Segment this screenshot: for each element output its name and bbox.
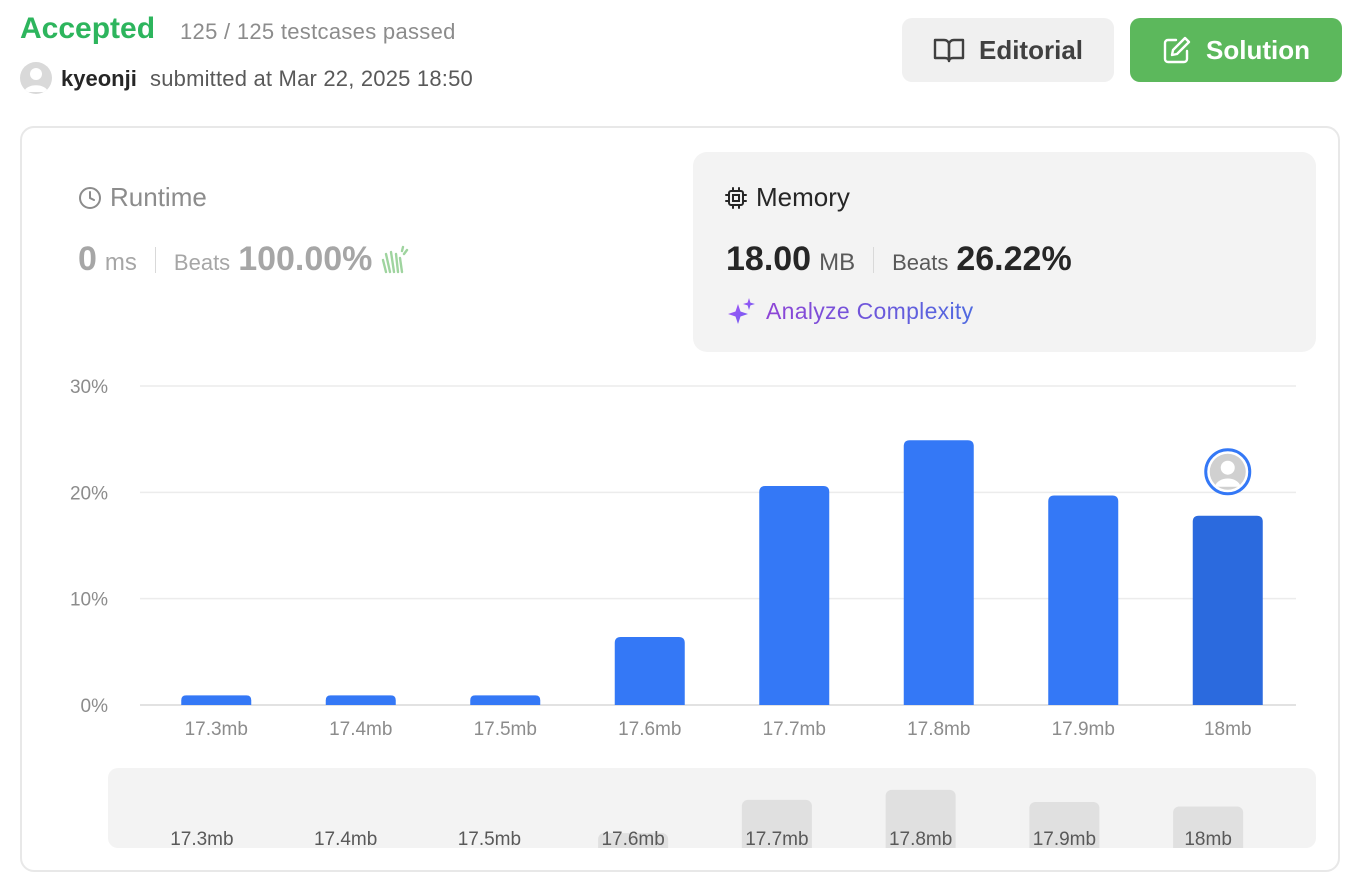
book-icon [933, 37, 965, 63]
memory-distribution-chart: 0% 10% 20% 30% 17.3mb 17.4mb 17.5mb 17.6mb 17.7m… [60, 370, 1320, 750]
x-tick-label: 17.8mb [907, 719, 970, 740]
slider-label: 17.6mb [601, 829, 664, 848]
username[interactable]: kyeonji [61, 66, 137, 92]
clap-icon [378, 244, 410, 276]
analyze-complexity-label: Analyze Complexity [766, 297, 974, 324]
memory-value: 18.00 [726, 240, 812, 278]
memory-tab[interactable]: Memory [724, 182, 850, 213]
runtime-title: Runtime [110, 182, 207, 212]
user-avatar[interactable] [20, 62, 52, 94]
editorial-label: Editorial [978, 34, 1083, 65]
clock-icon [78, 186, 102, 210]
bar [903, 440, 974, 705]
slider-label: 17.5mb [458, 829, 521, 848]
slider-label: 17.9mb [1033, 829, 1096, 848]
bar [181, 695, 252, 705]
bar [759, 485, 830, 705]
memory-title: Memory [756, 182, 850, 212]
runtime-unit: ms [104, 249, 137, 276]
solution-label: Solution [1206, 34, 1310, 65]
solution-button[interactable]: Solution [1130, 18, 1342, 82]
edit-icon [1162, 35, 1192, 65]
runtime-beats-label: Beats [173, 250, 231, 275]
slider-label: 17.3mb [170, 829, 233, 848]
bar [325, 695, 396, 705]
runtime-stats: 0 ms Beats 100.00% [78, 240, 410, 279]
runtime-beats-value: 100.00% [238, 240, 373, 278]
bar [614, 636, 685, 705]
divider [154, 246, 156, 273]
chip-icon [724, 186, 748, 210]
memory-beats-label: Beats [892, 250, 949, 275]
runtime-tab[interactable]: Runtime [78, 182, 207, 213]
bar [470, 695, 541, 705]
x-tick-label: 17.9mb [1052, 719, 1115, 740]
slider-label: 17.8mb [889, 829, 952, 848]
memory-stats: 18.00 MB Beats 26.22% [726, 240, 1072, 279]
memory-unit: MB [819, 249, 856, 276]
range-slider[interactable]: 17.3mb 17.4mb 17.5mb 17.6mb 17.7mb 17.8mb 17.9… [108, 768, 1316, 848]
slider-label: 18mb [1184, 829, 1232, 848]
testcases-summary: 125 / 125 testcases passed [180, 19, 456, 44]
bar [1192, 515, 1263, 705]
analyze-complexity-link[interactable]: Analyze Complexity [726, 296, 973, 326]
submission-status: Accepted [20, 12, 156, 45]
y-tick-label: 0% [81, 696, 109, 717]
avatar-icon [24, 68, 48, 92]
memory-beats-value: 26.22% [956, 240, 1072, 278]
y-tick-label: 10% [70, 590, 108, 611]
x-tick-label: 17.7mb [763, 719, 826, 740]
marker-avatar-head [1220, 460, 1235, 475]
x-tick-label: 17.5mb [474, 719, 537, 740]
x-tick-label: 17.3mb [185, 719, 248, 740]
y-tick-label: 20% [70, 483, 108, 504]
sparkle-icon [726, 296, 756, 326]
submitted-at: submitted at Mar 22, 2025 18:50 [150, 66, 473, 91]
editorial-button[interactable]: Editorial [902, 18, 1114, 82]
x-tick-label: 18mb [1204, 719, 1252, 740]
chart-svg: 0% 10% 20% 30% 17.3mb 17.4mb 17.5mb 17.6mb 17.7m… [70, 377, 1296, 740]
y-tick-label: 30% [70, 377, 108, 398]
x-tick-label: 17.6mb [618, 719, 681, 740]
bar [1048, 495, 1119, 705]
divider [873, 246, 875, 273]
slider-svg: 17.3mb 17.4mb 17.5mb 17.6mb 17.7mb 17.8mb 17.9… [170, 789, 1244, 848]
x-tick-label: 17.4mb [329, 719, 392, 740]
slider-label: 17.4mb [314, 829, 377, 848]
slider-label: 17.7mb [745, 829, 808, 848]
runtime-value: 0 [78, 240, 97, 278]
